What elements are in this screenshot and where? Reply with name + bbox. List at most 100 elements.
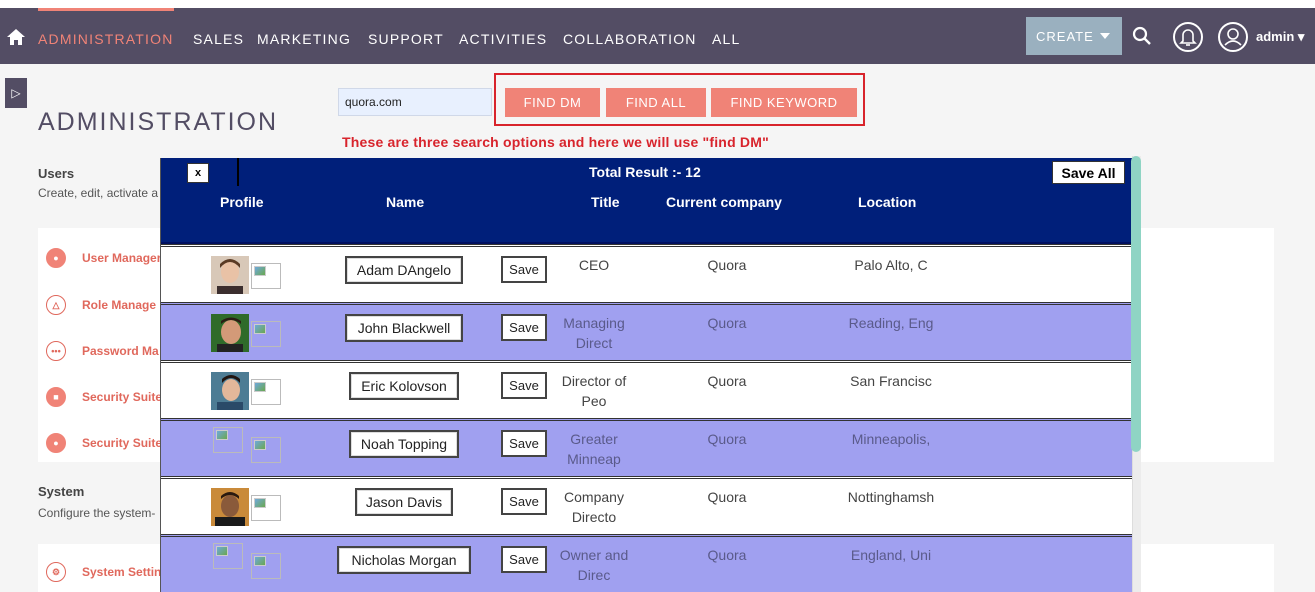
- broken-image-icon: [251, 379, 281, 405]
- title-cell: Owner and Direc: [559, 547, 629, 583]
- lock-icon: ■: [46, 387, 66, 407]
- location-cell: Nottinghamsh: [847, 489, 935, 505]
- broken-image-icon: [251, 263, 281, 289]
- company-cell: Quora: [707, 373, 747, 389]
- sidebar-toggle-button[interactable]: ▷: [5, 78, 27, 108]
- search-icon[interactable]: [1132, 26, 1152, 46]
- name-field[interactable]: Adam DAngelo: [345, 256, 463, 284]
- column-header-company: Current company: [666, 194, 782, 210]
- results-scrollbar-thumb[interactable]: [1131, 156, 1141, 452]
- user-name-label: admin: [1256, 29, 1295, 44]
- nav-item-sales[interactable]: SALES: [193, 30, 244, 48]
- location-cell: San Francisc: [850, 373, 932, 389]
- home-icon[interactable]: [6, 28, 26, 46]
- broken-image-icon: [251, 437, 281, 463]
- results-header: x Total Result :- 12 Save All Profile Na…: [161, 158, 1134, 244]
- users-section-heading: Users: [38, 166, 75, 181]
- broken-image-icon: [251, 495, 281, 521]
- header-divider: [237, 158, 239, 186]
- admin-link-label: Security Suite: [82, 436, 163, 450]
- domain-search-input[interactable]: [338, 88, 492, 116]
- name-field[interactable]: Nicholas Morgan: [337, 546, 471, 574]
- system-section-heading: System: [38, 484, 85, 499]
- table-row: Noah Topping Save Greater Minneap Quora …: [161, 418, 1134, 476]
- location-cell: Reading, Eng: [848, 315, 934, 331]
- title-cell: Greater Minneap: [567, 431, 621, 467]
- company-cell: Quora: [707, 431, 747, 447]
- chevron-down-icon: [1099, 33, 1110, 39]
- table-row: Adam DAngelo Save CEO Quora Palo Alto, C: [161, 244, 1134, 302]
- save-button[interactable]: Save: [501, 372, 547, 399]
- user-avatar-icon[interactable]: [1217, 21, 1249, 53]
- location-cell: England, Uni: [850, 547, 932, 563]
- admin-link-label: System Settin: [82, 565, 162, 579]
- profile-photo: [211, 488, 249, 526]
- security-suite-link[interactable]: ■ Security Suite: [46, 387, 162, 407]
- role-management-link[interactable]: △ Role Manage: [46, 295, 156, 315]
- broken-image-icon: [251, 321, 281, 347]
- name-field[interactable]: Jason Davis: [355, 488, 453, 516]
- nav-item-all[interactable]: ALL: [712, 30, 741, 48]
- notification-bell-icon[interactable]: [1172, 21, 1204, 53]
- save-button[interactable]: Save: [501, 546, 547, 573]
- save-button[interactable]: Save: [501, 488, 547, 515]
- security-suite-groups-link[interactable]: ● Security Suite: [46, 433, 162, 453]
- create-label: CREATE: [1036, 28, 1094, 44]
- nav-item-collaboration[interactable]: COLLABORATION: [563, 30, 697, 48]
- user-icon: ●: [46, 248, 66, 268]
- table-row: Jason Davis Save Company Directo Quora N…: [161, 476, 1134, 534]
- users-section-description: Create, edit, activate a: [38, 186, 159, 200]
- location-cell: Minneapolis,: [851, 431, 931, 447]
- password-icon: •••: [46, 341, 66, 361]
- save-all-button[interactable]: Save All: [1052, 161, 1125, 184]
- admin-link-label: Security Suite: [82, 390, 163, 404]
- name-field[interactable]: Eric Kolovson: [349, 372, 459, 400]
- broken-image-icon: [251, 553, 281, 579]
- find-keyword-button[interactable]: FIND KEYWORD: [711, 88, 857, 117]
- user-management-link[interactable]: ● User Manager: [46, 248, 161, 268]
- company-cell: Quora: [707, 489, 747, 505]
- column-header-title: Title: [591, 194, 620, 210]
- profile-photo: [211, 256, 249, 294]
- top-nav-bar: ADMINISTRATION SALES MARKETING SUPPORT A…: [0, 8, 1315, 64]
- column-header-name: Name: [386, 194, 425, 210]
- profile-photo: [211, 372, 249, 410]
- company-cell: Quora: [707, 547, 747, 563]
- nav-item-activities[interactable]: ACTIVITIES: [459, 30, 547, 48]
- group-icon: ●: [46, 433, 66, 453]
- user-menu[interactable]: admin ▾: [1256, 29, 1304, 45]
- profile-photo: [211, 314, 249, 352]
- column-header-location: Location: [858, 194, 917, 210]
- save-button[interactable]: Save: [501, 314, 547, 341]
- column-header-profile: Profile: [220, 194, 264, 210]
- close-button[interactable]: x: [187, 163, 209, 183]
- broken-image-icon: [213, 427, 243, 453]
- password-management-link[interactable]: ••• Password Ma: [46, 341, 159, 361]
- location-cell: Palo Alto, C: [854, 257, 928, 273]
- admin-link-label: Role Manage: [82, 298, 157, 312]
- nav-item-marketing[interactable]: MARKETING: [257, 30, 351, 48]
- title-cell: CEO: [578, 257, 610, 273]
- page-title: ADMINISTRATION: [38, 108, 279, 136]
- system-settings-link[interactable]: ⚙ System Settin: [46, 562, 161, 582]
- role-icon: △: [46, 295, 66, 315]
- results-popup: x Total Result :- 12 Save All Profile Na…: [160, 158, 1134, 592]
- name-field[interactable]: John Blackwell: [345, 314, 463, 342]
- system-section-description: Configure the system-: [38, 506, 156, 520]
- admin-link-label: User Manager: [82, 251, 162, 265]
- total-result-count: Total Result :- 12: [589, 164, 701, 180]
- nav-item-administration[interactable]: ADMINISTRATION: [38, 30, 174, 48]
- find-dm-button[interactable]: FIND DM: [505, 88, 600, 117]
- title-cell: Managing Direct: [563, 315, 625, 351]
- active-nav-indicator: [38, 8, 174, 11]
- find-all-button[interactable]: FIND ALL: [606, 88, 706, 117]
- name-field[interactable]: Noah Topping: [349, 430, 459, 458]
- save-button[interactable]: Save: [501, 430, 547, 457]
- company-cell: Quora: [707, 315, 747, 331]
- create-button[interactable]: CREATE: [1026, 17, 1122, 55]
- save-button[interactable]: Save: [501, 256, 547, 283]
- nav-item-support[interactable]: SUPPORT: [368, 30, 444, 48]
- table-row: John Blackwell Save Managing Direct Quor…: [161, 302, 1134, 360]
- annotation-text: These are three search options and here …: [342, 134, 769, 150]
- broken-image-icon: [213, 543, 243, 569]
